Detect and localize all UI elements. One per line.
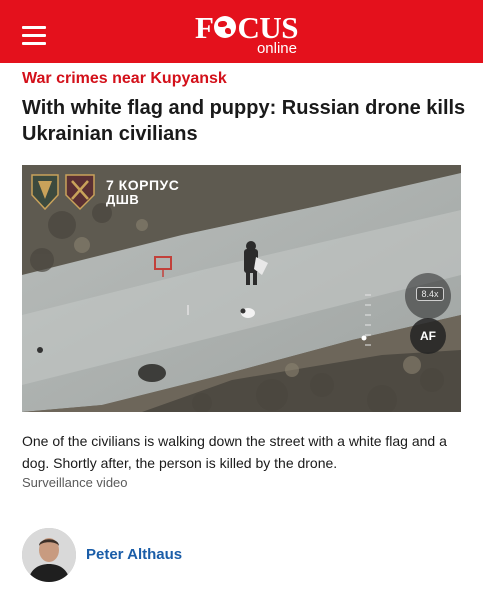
menu-line bbox=[22, 34, 46, 37]
logo-letter-f: F bbox=[195, 10, 214, 45]
globe-icon bbox=[214, 16, 237, 38]
logo-subtitle: online bbox=[256, 40, 297, 57]
author-name-link[interactable]: Peter Althaus bbox=[86, 546, 182, 563]
menu-line bbox=[22, 42, 46, 45]
focus-online-logo[interactable]: F CUS online bbox=[195, 12, 305, 58]
video-overlay-unit-line1: 7 КОРПУС bbox=[106, 177, 180, 193]
menu-line bbox=[22, 26, 46, 29]
top-bar: F CUS online bbox=[0, 0, 483, 63]
video-frame bbox=[22, 165, 461, 412]
video-player[interactable]: 7 КОРПУС ДШВ 8.4x AF bbox=[22, 165, 461, 412]
hamburger-menu-icon[interactable] bbox=[22, 26, 46, 46]
media-credit: Surveillance video bbox=[22, 475, 128, 490]
zoom-level-badge: 8.4x bbox=[416, 287, 444, 301]
article-headline: With white flag and puppy: Russian drone… bbox=[22, 97, 466, 145]
person-avatar-icon bbox=[22, 528, 76, 582]
video-overlay-unit-line2: ДШВ bbox=[106, 192, 140, 207]
autofocus-badge: AF bbox=[410, 318, 446, 354]
article-kicker[interactable]: War crimes near Kupyansk bbox=[22, 70, 227, 88]
author-avatar[interactable] bbox=[22, 528, 76, 582]
video-caption: One of the civilians is walking down the… bbox=[22, 433, 447, 471]
